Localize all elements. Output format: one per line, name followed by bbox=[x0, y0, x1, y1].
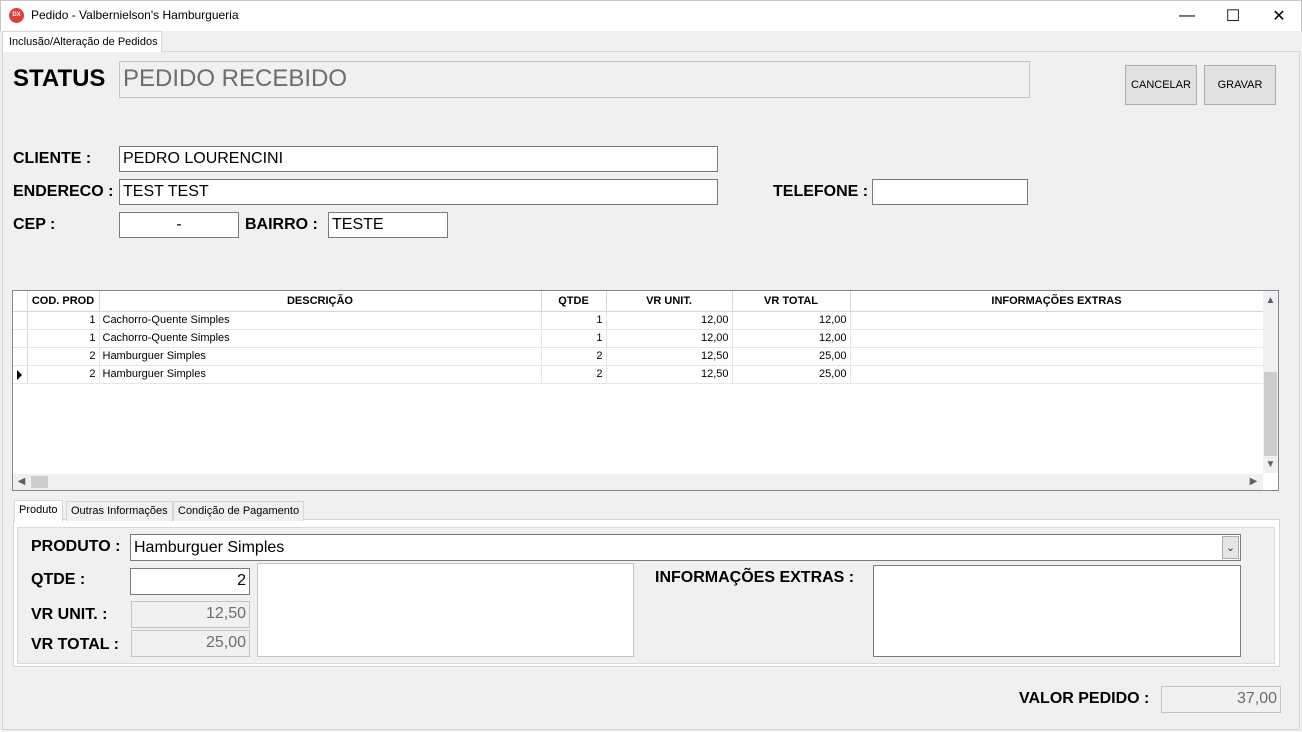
table-row[interactable]: 1 Cachorro-Quente Simples 1 12,00 12,00 bbox=[13, 329, 1264, 348]
endereco-field[interactable]: TEST TEST bbox=[119, 179, 718, 205]
table-row[interactable]: 1 Cachorro-Quente Simples 1 12,00 12,00 bbox=[13, 311, 1264, 330]
cancel-button[interactable]: CANCELAR bbox=[1125, 65, 1197, 105]
row-indicator[interactable] bbox=[13, 311, 28, 330]
current-row-arrow-icon bbox=[17, 369, 22, 380]
produto-label: PRODUTO : bbox=[31, 538, 121, 555]
cell-informacoes-extras[interactable] bbox=[850, 311, 1264, 330]
cep-label: CEP : bbox=[13, 216, 56, 233]
cell-vr-total[interactable]: 25,00 bbox=[732, 347, 851, 366]
grid-horizontal-scrollbar[interactable] bbox=[13, 474, 1263, 490]
table-row[interactable]: 2 Hamburguer Simples 2 12,50 25,00 bbox=[13, 347, 1264, 366]
cell-cod-prod[interactable]: 2 bbox=[27, 365, 100, 384]
cell-informacoes-extras[interactable] bbox=[850, 347, 1264, 366]
app-icon: DX bbox=[9, 8, 24, 23]
cell-vr-unit[interactable]: 12,50 bbox=[606, 347, 733, 366]
cell-vr-unit[interactable]: 12,50 bbox=[606, 365, 733, 384]
cell-cod-prod[interactable]: 2 bbox=[27, 347, 100, 366]
scroll-right-icon[interactable]: ▶ bbox=[1246, 474, 1261, 489]
cliente-field[interactable]: PEDRO LOURENCINI bbox=[119, 146, 718, 172]
cep-field[interactable]: - bbox=[119, 212, 239, 238]
product-image-box bbox=[257, 563, 634, 657]
row-indicator[interactable] bbox=[13, 365, 28, 384]
close-button[interactable]: ✕ bbox=[1256, 0, 1302, 31]
valor-pedido-field: 37,00 bbox=[1161, 686, 1281, 713]
cell-vr-unit[interactable]: 12,00 bbox=[606, 329, 733, 348]
grid-header-row: COD. PROD DESCRIÇÃO QTDE VR UNIT. VR TOT… bbox=[13, 291, 1264, 312]
telefone-label: TELEFONE : bbox=[773, 183, 869, 200]
cliente-label: CLIENTE : bbox=[13, 150, 92, 167]
cell-qtde[interactable]: 2 bbox=[541, 365, 607, 384]
grid-indicator-header bbox=[13, 291, 28, 312]
table-row[interactable]: 2 Hamburguer Simples 2 12,50 25,00 bbox=[13, 365, 1264, 384]
tab-produto[interactable]: Produto bbox=[14, 500, 63, 522]
row-indicator[interactable] bbox=[13, 347, 28, 366]
scroll-left-icon[interactable]: ◀ bbox=[14, 474, 29, 489]
cell-cod-prod[interactable]: 1 bbox=[27, 311, 100, 330]
endereco-label: ENDERECO : bbox=[13, 183, 114, 200]
window-title: Pedido - Valbernielson's Hamburgueria bbox=[31, 8, 239, 22]
valor-pedido-label: VALOR PEDIDO : bbox=[1019, 690, 1150, 707]
chevron-down-icon[interactable]: ⌄ bbox=[1222, 536, 1239, 559]
column-header-qtde[interactable]: QTDE bbox=[541, 291, 607, 312]
tab-outras-informacoes[interactable]: Outras Informações bbox=[66, 501, 173, 521]
cell-vr-unit[interactable]: 12,00 bbox=[606, 311, 733, 330]
column-header-vr-total[interactable]: VR TOTAL bbox=[732, 291, 851, 312]
row-indicator[interactable] bbox=[13, 329, 28, 348]
tab-condicao-pagamento[interactable]: Condição de Pagamento bbox=[173, 501, 305, 521]
column-header-descricao[interactable]: DESCRIÇÃO bbox=[99, 291, 542, 312]
tab-inclusao-alteracao[interactable]: Inclusão/Alteração de Pedidos bbox=[2, 31, 162, 52]
cell-informacoes-extras[interactable] bbox=[850, 365, 1264, 384]
qtde-label: QTDE : bbox=[31, 571, 86, 588]
cell-cod-prod[interactable]: 1 bbox=[27, 329, 100, 348]
minimize-button[interactable]: — bbox=[1164, 0, 1210, 31]
maximize-button[interactable]: ☐ bbox=[1210, 0, 1256, 31]
cell-qtde[interactable]: 1 bbox=[541, 311, 607, 330]
cell-vr-total[interactable]: 25,00 bbox=[732, 365, 851, 384]
items-grid[interactable]: COD. PROD DESCRIÇÃO QTDE VR UNIT. VR TOT… bbox=[12, 290, 1279, 491]
vr-unit-field: 12,50 bbox=[131, 601, 250, 628]
vr-unit-label: VR UNIT. : bbox=[31, 606, 108, 623]
column-header-informacoes-extras[interactable]: INFORMAÇÕES EXTRAS bbox=[850, 291, 1264, 312]
cell-descricao[interactable]: Hamburguer Simples bbox=[99, 365, 542, 384]
produto-select[interactable]: Hamburguer Simples bbox=[130, 534, 1241, 561]
column-header-vr-unit[interactable]: VR UNIT. bbox=[606, 291, 733, 312]
vr-total-field: 25,00 bbox=[131, 630, 250, 657]
informacoes-extras-label: INFORMAÇÕES EXTRAS : bbox=[655, 569, 855, 586]
cell-descricao[interactable]: Cachorro-Quente Simples bbox=[99, 311, 542, 330]
cell-informacoes-extras[interactable] bbox=[850, 329, 1264, 348]
cell-vr-total[interactable]: 12,00 bbox=[732, 329, 851, 348]
cell-descricao[interactable]: Hamburguer Simples bbox=[99, 347, 542, 366]
scroll-down-icon[interactable]: ▼ bbox=[1263, 457, 1278, 472]
qtde-field[interactable]: 2 bbox=[130, 568, 250, 595]
telefone-field[interactable] bbox=[872, 179, 1028, 205]
scroll-up-icon[interactable]: ▲ bbox=[1263, 293, 1278, 308]
cell-qtde[interactable]: 2 bbox=[541, 347, 607, 366]
status-field: PEDIDO RECEBIDO bbox=[119, 61, 1030, 98]
cell-qtde[interactable]: 1 bbox=[541, 329, 607, 348]
bairro-label: BAIRRO : bbox=[245, 216, 318, 233]
cell-descricao[interactable]: Cachorro-Quente Simples bbox=[99, 329, 542, 348]
grid-horizontal-scroll-thumb[interactable] bbox=[31, 476, 48, 488]
bairro-field[interactable]: TESTE bbox=[328, 212, 448, 238]
informacoes-extras-textarea[interactable] bbox=[873, 565, 1241, 657]
save-button[interactable]: GRAVAR bbox=[1204, 65, 1276, 105]
grid-vertical-scroll-thumb[interactable] bbox=[1264, 372, 1277, 456]
vr-total-label: VR TOTAL : bbox=[31, 636, 119, 653]
cell-vr-total[interactable]: 12,00 bbox=[732, 311, 851, 330]
status-label: STATUS bbox=[13, 65, 106, 92]
column-header-cod-prod[interactable]: COD. PROD bbox=[27, 291, 100, 312]
